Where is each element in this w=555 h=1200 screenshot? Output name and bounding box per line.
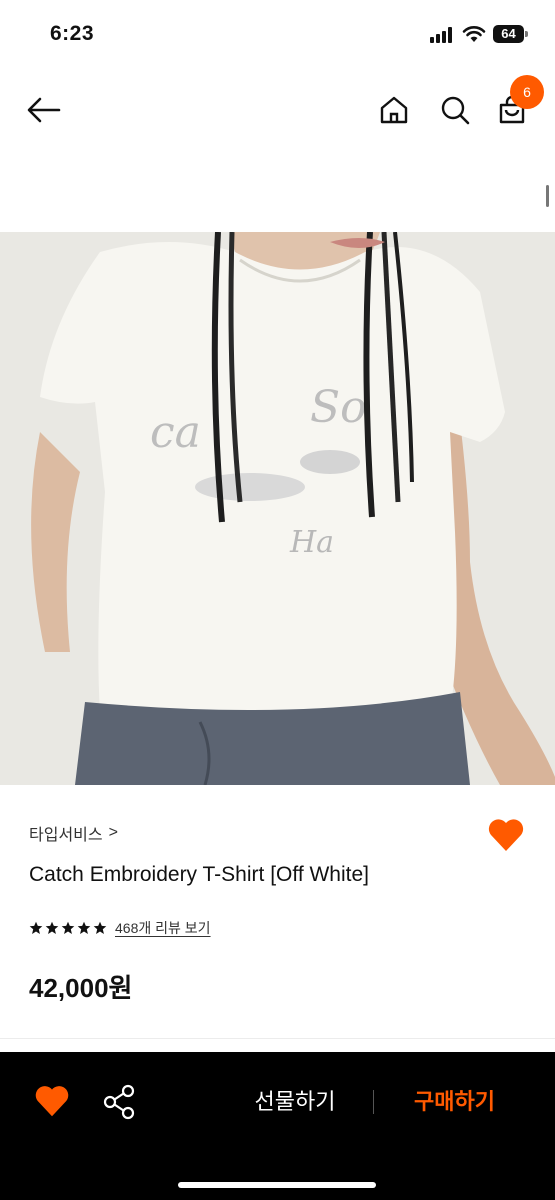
back-arrow-icon <box>27 97 61 123</box>
bottom-action-bar: 선물하기 구매하기 <box>0 1052 555 1200</box>
share-icon <box>103 1084 135 1120</box>
wifi-icon <box>462 25 486 43</box>
home-icon <box>380 96 408 124</box>
brand-name: 타입서비스 <box>29 827 103 844</box>
product-image[interactable]: ca So Ha <box>0 232 555 785</box>
divider <box>0 1038 555 1039</box>
divider <box>373 1090 374 1114</box>
product-photo: ca So Ha <box>0 232 555 785</box>
home-button[interactable] <box>372 88 416 132</box>
svg-text:So: So <box>310 382 367 433</box>
cart-count-badge: 6 <box>510 75 544 109</box>
buy-button[interactable]: 구매하기 <box>392 1084 517 1116</box>
scroll-indicator[interactable] <box>546 185 549 207</box>
star-icon <box>29 921 43 934</box>
product-price: 42,000원 <box>29 973 133 1003</box>
wishlist-button[interactable] <box>486 815 526 855</box>
star-icon <box>93 921 107 934</box>
star-icon <box>77 921 91 934</box>
star-icon <box>45 921 59 934</box>
product-title: Catch Embroidery T-Shirt [Off White] <box>29 863 369 886</box>
heart-icon <box>35 1086 69 1117</box>
star-icon <box>61 921 75 934</box>
product-info: 타입서비스 > Catch Embroidery T-Shirt [Off Wh… <box>0 785 555 1050</box>
rating-stars <box>29 921 107 935</box>
svg-text:Ha: Ha <box>289 525 334 560</box>
battery-level: 64 <box>493 25 524 43</box>
rating-row: 468개 리뷰 보기 <box>29 918 211 938</box>
wishlist-bottom-button[interactable] <box>33 1082 71 1120</box>
chevron-right-icon: > <box>108 824 118 841</box>
gift-button[interactable]: 선물하기 <box>230 1084 360 1116</box>
search-button[interactable] <box>433 88 477 132</box>
share-button[interactable] <box>100 1082 140 1122</box>
back-button[interactable] <box>22 88 66 132</box>
search-icon <box>441 96 470 125</box>
battery-icon: 64 <box>493 25 529 43</box>
heart-icon <box>488 819 524 851</box>
status-bar: 6:23 64 <box>0 0 555 70</box>
svg-text:ca: ca <box>150 407 201 458</box>
status-time: 6:23 <box>50 22 95 45</box>
brand-link[interactable]: 타입서비스 > <box>29 821 118 845</box>
review-link[interactable]: 468개 리뷰 보기 <box>115 918 211 938</box>
top-navigation <box>0 70 555 150</box>
cellular-signal-icon <box>430 27 456 43</box>
home-indicator[interactable] <box>178 1182 376 1188</box>
